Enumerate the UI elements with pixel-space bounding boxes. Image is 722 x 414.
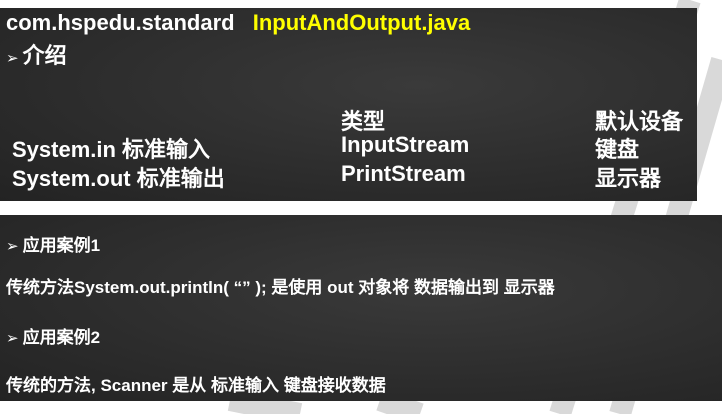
intro-panel: com.hspedu.standard InputAndOutput.java … (0, 8, 697, 201)
row-stdout-type: PrintStream (341, 161, 466, 186)
row-stdout-name: System.out 标准输出 (12, 166, 225, 191)
case2-title: 应用案例2 (22, 328, 101, 347)
row-stdin-device: 键盘 (595, 137, 640, 162)
package-name: com.hspedu.standard (6, 10, 235, 35)
arrow-bullet-icon: ➢ (6, 330, 19, 347)
case1-heading: ➢ 应用案例1 (6, 231, 100, 256)
case2-heading: ➢ 应用案例2 (6, 323, 100, 348)
row-stdin-name: System.in 标准输入 (12, 137, 211, 162)
intro-label: 介绍 (22, 43, 67, 68)
row-stdout-device: 显示器 (595, 166, 662, 191)
case1-title: 应用案例1 (22, 236, 101, 255)
case2-text: 传统的方法, Scanner 是从 标准输入 键盘接收数据 (6, 376, 386, 395)
arrow-bullet-icon: ➢ (6, 50, 19, 67)
file-name: InputAndOutput.java (252, 10, 471, 35)
row-stdin-type: InputStream (341, 132, 470, 157)
header: com.hspedu.standard InputAndOutput.java (6, 10, 470, 36)
cases-panel: ➢ 应用案例1 传统方法System.out.println( “” ); 是使用… (0, 215, 722, 401)
case1-text: 传统方法System.out.println( “” ); 是使用 out 对象… (6, 278, 555, 297)
intro-heading: ➢ 介绍 (6, 38, 67, 70)
arrow-bullet-icon: ➢ (6, 238, 19, 255)
